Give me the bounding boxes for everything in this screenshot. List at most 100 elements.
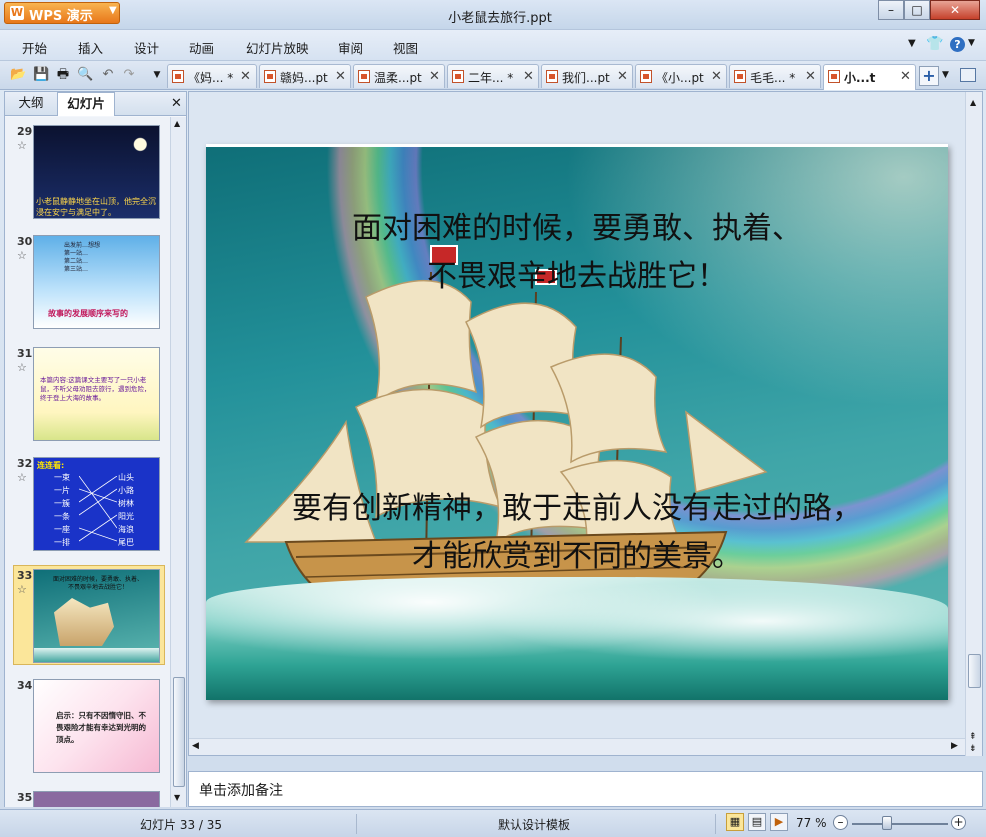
notes-pane[interactable]: 单击添加备注 bbox=[188, 771, 983, 807]
slide-number: 33 bbox=[17, 569, 33, 582]
maximize-button[interactable]: □ bbox=[904, 0, 930, 20]
slide-thumb-31[interactable]: 本篇内容:这篇课文主要写了一只小老鼠，不听父母劝阻去旅行，遇到危险，终于登上大海… bbox=[33, 347, 160, 441]
waves bbox=[34, 648, 159, 662]
print-icon[interactable]: 🖶 bbox=[55, 67, 71, 83]
previous-slide-icon[interactable]: ⇞ bbox=[969, 732, 977, 742]
slide-number: 30 bbox=[17, 235, 33, 248]
slide-thumb-35[interactable] bbox=[33, 791, 160, 807]
editor-vertical-scrollbar[interactable]: ▲ ⇞ ⇟ bbox=[965, 92, 982, 756]
scroll-up-icon[interactable]: ▲ bbox=[174, 119, 180, 128]
slide-body-line2[interactable]: 才能欣赏到不同的美景。 bbox=[206, 535, 948, 579]
thumb-line: 第二站… bbox=[64, 258, 89, 265]
ppt-file-icon bbox=[358, 70, 370, 83]
tab-outline[interactable]: 大纲 bbox=[9, 92, 53, 116]
slide-thumb-32[interactable]: 连连看: 一束 一片 一簇 一条 一座 一排 山头 小路 树林 阳光 海浪 尾巴 bbox=[33, 457, 160, 551]
print-preview-icon[interactable]: 🔍 bbox=[77, 67, 93, 83]
menu-design[interactable]: 设计 bbox=[134, 38, 159, 57]
tab-document-3[interactable]: 温柔...pt ✕ bbox=[353, 64, 445, 88]
slide-thumb-33[interactable]: 面对困难的时候，要勇敢、执着、不畏艰辛地去战胜它！ bbox=[33, 569, 160, 663]
tab-document-active[interactable]: 小...t ✕ bbox=[823, 64, 916, 90]
scroll-down-icon[interactable]: ▼ bbox=[174, 793, 180, 802]
tab-close-icon[interactable]: ✕ bbox=[429, 69, 440, 84]
new-tab-plus-icon[interactable]: + bbox=[919, 66, 939, 86]
save-icon[interactable]: 💾 bbox=[33, 67, 49, 83]
tab-document-6[interactable]: 《小...pt ✕ bbox=[635, 64, 727, 88]
minimize-button[interactable]: – bbox=[878, 0, 904, 20]
thumb-text: 本篇内容:这篇课文主要写了一只小老鼠，不听父母劝阻去旅行，遇到危险，终于登上大海… bbox=[40, 376, 151, 402]
ppt-file-icon bbox=[828, 70, 840, 83]
zoom-out-icon[interactable]: – bbox=[833, 815, 848, 830]
divider bbox=[715, 814, 716, 834]
scroll-right-icon[interactable]: ▶ bbox=[951, 741, 958, 751]
slide-body-line1[interactable]: 要有创新精神，敢于走前人没有走过的路， bbox=[206, 487, 948, 531]
slide-heading-line1[interactable]: 面对困难的时候，要勇敢、执着、 bbox=[206, 207, 948, 251]
thumb-text: 面对困难的时候，要勇敢、执着、不畏艰辛地去战胜它！ bbox=[52, 576, 143, 591]
slide-sorter-view-icon[interactable]: ▤ bbox=[748, 813, 766, 831]
thumb-caption: 故事的发展顺序来写的 bbox=[48, 309, 128, 318]
tab-slides[interactable]: 幻灯片 bbox=[57, 92, 115, 116]
slide-thumb-29[interactable]: 小老鼠静静地坐在山顶，他完全沉浸在安宁与满足中了。 bbox=[33, 125, 160, 219]
skin-shirt-icon[interactable]: 👕 bbox=[926, 36, 943, 52]
zoom-in-icon[interactable]: + bbox=[951, 815, 966, 830]
menu-review[interactable]: 审阅 bbox=[338, 38, 363, 57]
animation-star-icon: ☆ bbox=[17, 471, 27, 484]
next-slide-icon[interactable]: ⇟ bbox=[969, 744, 977, 754]
tab-close-icon[interactable]: ✕ bbox=[900, 69, 911, 84]
menu-slideshow[interactable]: 幻灯片放映 bbox=[246, 38, 309, 57]
thumb-word: 树林 bbox=[118, 499, 134, 508]
tab-close-icon[interactable]: ✕ bbox=[805, 69, 816, 84]
menu-insert[interactable]: 插入 bbox=[78, 38, 103, 57]
template-name: 默认设计模板 bbox=[498, 818, 571, 832]
undo-icon[interactable]: ↶ bbox=[100, 67, 116, 83]
close-panel-icon[interactable]: ✕ bbox=[171, 96, 182, 111]
slide-heading-line2[interactable]: 不畏艰辛地去战胜它！ bbox=[206, 255, 948, 299]
scroll-left-icon[interactable]: ◀ bbox=[192, 741, 199, 751]
tab-document-7[interactable]: 毛毛... * ✕ bbox=[729, 64, 821, 88]
help-icon[interactable]: ? bbox=[950, 37, 965, 52]
close-button[interactable]: ✕ bbox=[930, 0, 980, 20]
tab-close-icon[interactable]: ✕ bbox=[711, 69, 722, 84]
chevron-down-icon[interactable]: ▼ bbox=[968, 38, 975, 48]
editor-horizontal-scrollbar[interactable]: ◀ ▶ bbox=[189, 738, 965, 755]
animation-star-icon: ☆ bbox=[17, 139, 27, 152]
zoom-slider[interactable] bbox=[852, 823, 948, 825]
tab-document-5[interactable]: 我们...pt ✕ bbox=[541, 64, 633, 88]
menu-animation[interactable]: 动画 bbox=[189, 38, 214, 57]
window-title: 小老鼠去旅行.ppt bbox=[448, 11, 552, 26]
chevron-down-icon[interactable]: ▼ bbox=[942, 70, 949, 80]
slide-number: 35 bbox=[17, 791, 33, 804]
slide-thumb-34[interactable]: 启示：只有不因惰守旧、不畏艰险才能有幸达到光明的顶点。 bbox=[33, 679, 160, 773]
thumb-word: 阳光 bbox=[118, 512, 134, 521]
wps-app-menu-button[interactable]: W WPS 演示 ▼ bbox=[4, 2, 120, 24]
notes-placeholder: 单击添加备注 bbox=[199, 783, 283, 799]
tab-close-icon[interactable]: ✕ bbox=[335, 69, 346, 84]
window-list-icon[interactable] bbox=[960, 68, 976, 82]
tab-document-2[interactable]: 赣妈...pt ✕ bbox=[259, 64, 351, 88]
menu-home[interactable]: 开始 bbox=[22, 38, 47, 57]
normal-view-icon[interactable]: ▦ bbox=[726, 813, 744, 831]
thumb-line: 出发前…想想 bbox=[64, 242, 101, 249]
thumbnail-list: 29 ☆ 小老鼠静静地坐在山顶，他完全沉浸在安宁与满足中了。 30 ☆ 出发前…… bbox=[5, 117, 170, 807]
panel-scrollbar[interactable]: ▲ ▼ bbox=[170, 117, 186, 807]
tab-label: 小...t bbox=[844, 71, 876, 85]
slideshow-view-icon[interactable]: ▶ bbox=[770, 813, 788, 831]
scroll-up-icon[interactable]: ▲ bbox=[970, 98, 976, 107]
redo-icon[interactable]: ↷ bbox=[121, 67, 137, 83]
zoom-slider-thumb[interactable] bbox=[882, 816, 892, 830]
tab-document-1[interactable]: 《妈... * ✕ bbox=[167, 64, 257, 88]
tab-document-4[interactable]: 二年... * ✕ bbox=[447, 64, 539, 88]
current-slide[interactable]: 面对困难的时候，要勇敢、执着、 不畏艰辛地去战胜它！ 要有创新精神，敢于走前人没… bbox=[206, 144, 948, 700]
title-bar: W WPS 演示 ▼ 小老鼠去旅行.ppt – □ ✕ bbox=[0, 0, 986, 30]
customize-toolbar-icon[interactable]: ▼ bbox=[149, 67, 165, 83]
tab-close-icon[interactable]: ✕ bbox=[617, 69, 628, 84]
scroll-thumb[interactable] bbox=[968, 654, 981, 688]
quick-toolbar: 📂 💾 🖶 🔍 ↶ ↷ ▼ 《妈... * ✕ 赣妈...pt ✕ 温柔...p… bbox=[0, 60, 986, 90]
menu-view[interactable]: 视图 bbox=[393, 38, 418, 57]
tab-close-icon[interactable]: ✕ bbox=[523, 69, 534, 84]
scroll-thumb[interactable] bbox=[173, 677, 185, 787]
open-folder-icon[interactable]: 📂 bbox=[10, 67, 26, 83]
slide-number: 34 bbox=[17, 679, 33, 692]
tab-close-icon[interactable]: ✕ bbox=[240, 69, 251, 84]
chevron-down-icon[interactable]: ▼ bbox=[908, 38, 916, 49]
slide-thumb-30[interactable]: 出发前…想想 第一站… 第二站… 第三站… 故事的发展顺序来写的 bbox=[33, 235, 160, 329]
